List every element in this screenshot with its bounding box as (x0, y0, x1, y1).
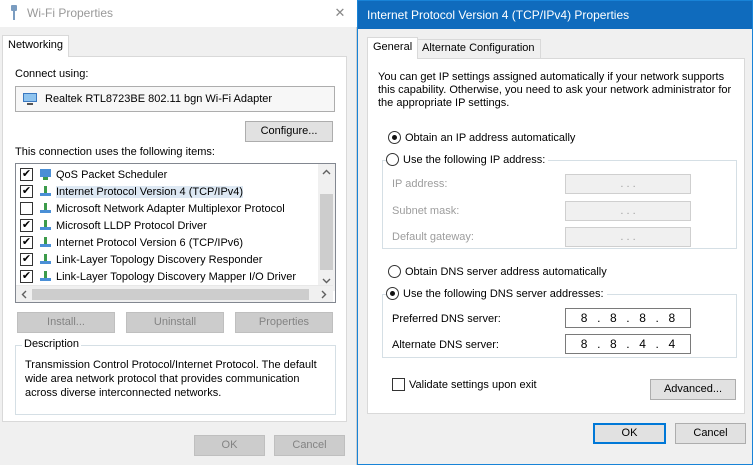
alternate-dns-label: Alternate DNS server: (392, 339, 499, 351)
checkbox-checked-icon[interactable]: ✔ (20, 236, 33, 249)
use-following-dns-radio[interactable]: Use the following DNS server addresses: (386, 287, 607, 300)
list-item-label: Internet Protocol Version 6 (TCP/IPv6) (56, 236, 244, 249)
list-item[interactable]: Microsoft Network Adapter Multiplexor Pr… (20, 200, 285, 217)
tab-networking[interactable]: Networking (2, 35, 70, 57)
preferred-dns-field[interactable]: 8. 8. 8. 8 (565, 308, 691, 328)
description-group: Description Transmission Control Protoco… (15, 338, 336, 415)
description-legend: Description (22, 338, 82, 350)
wifi-ok-button[interactable]: OK (194, 435, 265, 456)
ipv4-properties-dialog: Internet Protocol Version 4 (TCP/IPv4) P… (357, 0, 753, 465)
items-label: This connection uses the following items… (15, 146, 215, 158)
list-item-label: Link-Layer Topology Discovery Mapper I/O… (56, 270, 297, 283)
list-item-label: Microsoft LLDP Protocol Driver (56, 219, 207, 232)
networking-panel: Connect using: Realtek RTL8723BE 802.11 … (2, 56, 347, 422)
obtain-ip-auto-label: Obtain an IP address automatically (405, 131, 576, 144)
protocol-icon (40, 220, 51, 230)
network-adapter-icon (11, 5, 17, 20)
ip-address-label: IP address: (392, 178, 448, 190)
checkbox-checked-icon[interactable]: ✔ (20, 219, 33, 232)
ipv4-ok-button[interactable]: OK (593, 423, 666, 444)
default-gateway-field[interactable]: . . . (565, 227, 691, 247)
ipv4-titlebar[interactable]: Internet Protocol Version 4 (TCP/IPv4) P… (358, 1, 752, 29)
protocol-icon (40, 271, 51, 281)
radio-unselected-icon (386, 153, 399, 166)
checkbox-checked-icon[interactable]: ✔ (20, 253, 33, 266)
obtain-dns-auto-radio[interactable]: Obtain DNS server address automatically (388, 265, 607, 278)
configure-button[interactable]: Configure... (245, 121, 333, 142)
radio-selected-icon (388, 131, 401, 144)
subnet-mask-label: Subnet mask: (392, 205, 460, 217)
ipv4-window-title: Internet Protocol Version 4 (TCP/IPv4) P… (367, 8, 630, 22)
checkbox-checked-icon[interactable]: ✔ (20, 185, 33, 198)
intro-text: You can get IP settings assigned automat… (378, 71, 732, 109)
close-icon[interactable]: ✕ (331, 4, 349, 22)
list-item-label: Link-Layer Topology Discovery Responder (56, 253, 263, 266)
connection-items-list[interactable]: ✔ QoS Packet Scheduler ✔ Internet Protocol … (15, 163, 336, 303)
general-panel: You can get IP settings assigned automat… (367, 58, 745, 414)
properties-button[interactable]: Properties (235, 312, 333, 333)
list-item-label: Microsoft Network Adapter Multiplexor Pr… (56, 202, 285, 215)
description-text: Transmission Control Protocol/Internet P… (25, 359, 317, 399)
list-item[interactable]: ✔ Internet Protocol Version 6 (TCP/IPv6) (20, 234, 243, 251)
protocol-icon (40, 237, 51, 247)
qos-scheduler-icon (40, 169, 51, 180)
scroll-left-icon[interactable] (20, 290, 29, 299)
list-item[interactable]: ✔ Microsoft LLDP Protocol Driver (20, 217, 207, 234)
dns-group: Use the following DNS server addresses: … (382, 287, 737, 358)
use-following-dns-label: Use the following DNS server addresses: (403, 287, 604, 300)
protocol-icon (40, 203, 51, 213)
tab-general[interactable]: General (367, 37, 419, 59)
checkbox-unchecked-icon[interactable] (20, 202, 33, 215)
list-item[interactable]: ✔ Link-Layer Topology Discovery Responder (20, 251, 262, 268)
items-horizontal-scrollbar[interactable] (16, 285, 333, 302)
uninstall-button[interactable]: Uninstall (126, 312, 224, 333)
list-item[interactable]: ✔ QoS Packet Scheduler (20, 166, 167, 183)
validate-settings-checkbox[interactable]: Validate settings upon exit (392, 378, 537, 391)
alternate-dns-field[interactable]: 8. 8. 4. 4 (565, 334, 691, 354)
use-following-ip-radio[interactable]: Use the following IP address: (386, 153, 549, 166)
items-vertical-scrollbar[interactable] (318, 164, 335, 291)
list-item-label: QoS Packet Scheduler (56, 168, 168, 181)
connect-using-label: Connect using: (15, 68, 89, 80)
vertical-scroll-thumb[interactable] (320, 194, 333, 270)
wifi-window-title: Wi-Fi Properties (27, 6, 114, 20)
scroll-up-icon[interactable] (322, 168, 331, 177)
wifi-properties-window: Wi-Fi Properties ✕ Networking Connect us… (0, 0, 357, 465)
wifi-titlebar[interactable]: Wi-Fi Properties ✕ (0, 0, 357, 27)
checkbox-checked-icon[interactable]: ✔ (20, 270, 33, 283)
tab-alternate-configuration[interactable]: Alternate Configuration (416, 39, 541, 58)
adapter-box: Realtek RTL8723BE 802.11 bgn Wi-Fi Adapt… (15, 86, 335, 112)
validate-settings-label: Validate settings upon exit (409, 378, 537, 391)
advanced-button[interactable]: Advanced... (650, 379, 736, 400)
install-button[interactable]: Install... (17, 312, 115, 333)
adapter-icon (23, 93, 37, 105)
horizontal-scroll-thumb[interactable] (32, 289, 309, 300)
protocol-icon (40, 254, 51, 264)
obtain-dns-auto-label: Obtain DNS server address automatically (405, 265, 607, 278)
list-item[interactable]: ✔ Internet Protocol Version 4 (TCP/IPv4) (20, 183, 244, 200)
radio-selected-icon (386, 287, 399, 300)
checkbox-checked-icon[interactable]: ✔ (20, 168, 33, 181)
wifi-cancel-button[interactable]: Cancel (274, 435, 345, 456)
scroll-right-icon[interactable] (319, 290, 328, 299)
ipv4-cancel-button[interactable]: Cancel (675, 423, 746, 444)
checkbox-unchecked-icon (392, 378, 405, 391)
ip-address-group: Use the following IP address: IP address… (382, 153, 737, 249)
preferred-dns-label: Preferred DNS server: (392, 313, 501, 325)
list-item-label: Internet Protocol Version 4 (TCP/IPv4) (56, 185, 244, 198)
obtain-ip-auto-radio[interactable]: Obtain an IP address automatically (388, 131, 575, 144)
ip-address-field[interactable]: . . . (565, 174, 691, 194)
use-following-ip-label: Use the following IP address: (403, 153, 546, 166)
adapter-name: Realtek RTL8723BE 802.11 bgn Wi-Fi Adapt… (45, 93, 273, 105)
list-item[interactable]: ✔ Link-Layer Topology Discovery Mapper I/… (20, 268, 296, 285)
protocol-icon (40, 186, 51, 196)
subnet-mask-field[interactable]: . . . (565, 201, 691, 221)
default-gateway-label: Default gateway: (392, 231, 474, 243)
scroll-down-icon[interactable] (322, 276, 331, 285)
radio-unselected-icon (388, 265, 401, 278)
